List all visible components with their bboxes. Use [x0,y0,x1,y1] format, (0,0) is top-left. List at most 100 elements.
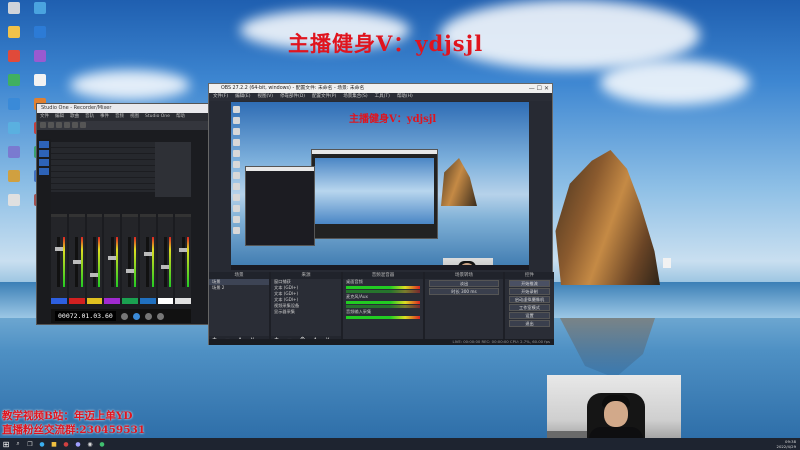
mixer-menu-item[interactable]: 文件 [40,113,49,121]
obs-preview-canvas[interactable]: 主播健身V：ydjsjl [231,102,529,270]
app-icon[interactable]: ● [72,438,84,450]
channel-color-label [68,298,85,304]
folder-icon[interactable] [2,26,26,39]
channel-color-label [157,298,174,304]
level-meter [187,237,189,287]
folder-icon[interactable]: ■ [48,438,60,450]
panel-button[interactable] [39,150,49,157]
tool-icon[interactable] [72,122,78,128]
level-meter [133,237,136,287]
mixer-menu-item[interactable]: Studio One [145,113,170,121]
level-meter [62,237,65,287]
obs-menu-item[interactable]: 停靠部件(D) [280,93,305,101]
channel-strip[interactable] [157,214,174,304]
mixer-menu-item[interactable]: 歌曲 [70,113,79,121]
obs-menu-item[interactable]: 帮助(H) [397,93,413,101]
audio-channel-label: 音频输入采集 [346,309,372,314]
mixer-menu-item[interactable]: 编辑 [55,113,64,121]
task-view-icon[interactable]: ❐ [24,438,36,450]
stop-button[interactable] [120,312,128,320]
obs-menu-item[interactable]: 视图(V) [257,93,273,101]
file-icon[interactable] [28,74,52,87]
browser-icon[interactable]: ● [36,438,48,450]
preview-taskbar [231,265,529,270]
tool-icon[interactable] [56,122,62,128]
channel-strip[interactable] [68,214,85,304]
recycle-bin-icon[interactable] [2,2,26,15]
system-tray-clock[interactable]: 09:38 2022/4/29 [777,439,796,449]
preview-rock [441,158,477,206]
volume-meter[interactable] [346,290,420,293]
mixer-menu-item[interactable]: 视图 [130,113,139,121]
loop-button[interactable] [156,312,164,320]
obs-menu-item[interactable]: 编辑(E) [235,93,250,101]
mixer-menu-item[interactable]: 帮助 [176,113,185,121]
volume-meter[interactable] [346,301,420,304]
level-meter [80,237,83,287]
audio-mixer-dock: 音频混音器 桌面音频 麦克风/Aux 音频输入采集 [343,272,423,344]
app-icon[interactable]: ● [96,438,108,450]
settings-button[interactable]: 设置 [509,312,550,319]
obs-menu-item[interactable]: 工具(T) [375,93,390,101]
app-icon[interactable] [28,2,52,15]
tool-icon[interactable] [40,122,46,128]
channel-strip[interactable] [51,214,67,304]
obs-menu-item[interactable]: 配置文件(P) [312,93,336,101]
studio-mode-button[interactable]: 工作室模式 [509,304,550,311]
edge-icon[interactable] [28,26,52,39]
record-button[interactable] [144,312,152,320]
obs-icon[interactable]: ◉ [84,438,96,450]
app-icon[interactable] [28,50,52,63]
start-recording-button[interactable]: 开始录制 [509,288,550,295]
channel-strip[interactable] [104,214,120,304]
panel-button[interactable] [39,168,49,175]
volume-meter[interactable] [346,305,420,308]
channel-strip[interactable] [139,214,156,304]
exit-button[interactable]: 退出 [509,320,550,327]
obs-menu-item[interactable]: 场景集合(S) [343,93,367,101]
scene-item[interactable]: 场景 2 [209,285,269,291]
channel-strip[interactable] [86,214,103,304]
obs-menu-item[interactable]: 文件(F) [213,93,228,101]
start-streaming-button[interactable]: 开始推流 [509,280,550,287]
transition-duration[interactable]: 时长 300 ms [429,288,499,295]
desktop-file-icon[interactable] [660,258,674,268]
tool-icon[interactable] [64,122,70,128]
volume-meter[interactable] [346,286,420,289]
tool-icon[interactable] [48,122,54,128]
app-icon[interactable] [2,74,26,87]
panel-button[interactable] [39,159,49,166]
obs-window[interactable]: OBS 27.2.2 (64-bit, windows) - 配置文件: 未命名… [208,83,554,345]
controls-title: 控件 [505,272,554,279]
channel-strip[interactable] [122,214,138,304]
mixer-menu-item[interactable]: 音轨 [85,113,94,121]
app-icon[interactable] [2,50,26,63]
tool-icon[interactable] [80,122,86,128]
app-icon[interactable] [2,122,26,135]
preview-overlay-text: 主播健身V：ydjsjl [349,114,437,125]
app-icon[interactable]: ● [60,438,72,450]
track-list[interactable] [51,142,155,192]
nested-obs-window [311,149,438,239]
window-controls[interactable]: — ☐ ✕ [529,84,549,93]
mixer-menu-item[interactable]: 音频 [115,113,124,121]
search-icon[interactable]: ⌕ [12,438,24,450]
daw-mixer-window[interactable]: Studio One - Recorder/Mixer 文件 编辑 歌曲 音轨 事件 音频… [36,103,210,325]
start-button[interactable]: ⊞ [0,438,12,450]
app-icon[interactable] [2,170,26,183]
panel-button[interactable] [39,141,49,148]
sources-dock-title: 来源 [271,272,341,279]
channel-strip[interactable] [175,214,191,304]
app-icon[interactable] [2,98,26,111]
virtual-camera-button[interactable]: 启动虚拟摄像机 [509,296,550,303]
source-item[interactable]: 显示器采集 [271,309,341,315]
volume-meter[interactable] [346,316,420,319]
mixer-menu-item[interactable]: 事件 [100,113,109,121]
app-icon[interactable] [2,146,26,159]
app-icon[interactable] [2,194,26,207]
transition-select[interactable]: 淡出 [429,280,499,287]
level-meter [169,237,172,287]
sources-dock: 来源 窗口捕获 文本 (GDI+) 文本 (GDI+) 文本 (GDI+) 视频… [271,272,341,344]
play-button[interactable] [132,312,140,320]
track-row[interactable] [51,184,155,190]
